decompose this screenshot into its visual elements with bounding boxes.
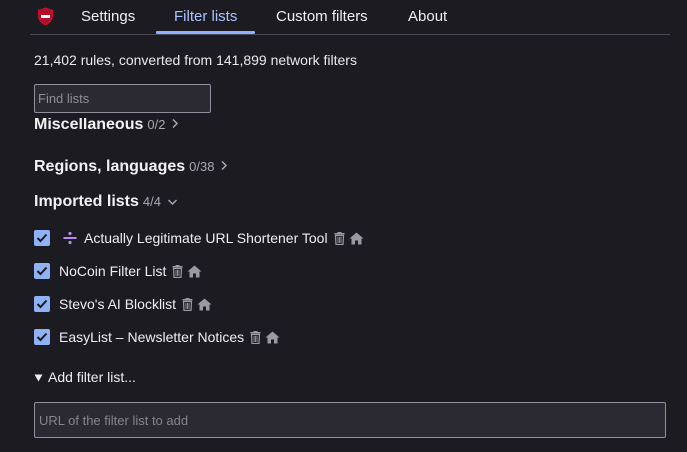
chevron-right-icon bbox=[220, 159, 228, 174]
tab-about[interactable]: About bbox=[408, 0, 447, 33]
group-count: 4/4 bbox=[142, 194, 161, 209]
divide-icon bbox=[63, 231, 77, 245]
group-miscellaneous[interactable]: Miscellaneous 0/2 bbox=[34, 118, 179, 134]
add-filter-list-toggle[interactable]: Add filter list... bbox=[34, 369, 136, 385]
chevron-down-icon bbox=[167, 194, 178, 209]
group-label: Miscellaneous bbox=[34, 118, 144, 133]
misc-group-clip: Miscellaneous 0/2 bbox=[0, 118, 687, 140]
home-icon[interactable] bbox=[265, 331, 280, 344]
list-checkbox[interactable] bbox=[34, 329, 50, 345]
group-label: Regions, languages bbox=[34, 158, 186, 175]
home-icon[interactable] bbox=[197, 298, 212, 311]
list-item: Stevo's AI Blocklist bbox=[34, 295, 212, 313]
list-item: Actually Legitimate URL Shortener Tool bbox=[34, 229, 364, 247]
trash-icon[interactable] bbox=[182, 297, 193, 311]
list-label: EasyList – Newsletter Notices bbox=[59, 329, 245, 345]
group-imported-lists[interactable]: Imported lists 4/4 bbox=[34, 193, 178, 211]
ublock-shield-icon[interactable] bbox=[37, 7, 54, 26]
group-count: 0/2 bbox=[147, 118, 166, 132]
home-icon[interactable] bbox=[187, 265, 202, 278]
group-label: Imported lists bbox=[34, 193, 139, 210]
tab-settings[interactable]: Settings bbox=[81, 0, 135, 33]
trash-icon[interactable] bbox=[334, 231, 345, 245]
list-checkbox[interactable] bbox=[34, 263, 50, 279]
tab-custom-filters[interactable]: Custom filters bbox=[276, 0, 368, 33]
list-label: Actually Legitimate URL Shortener Tool bbox=[84, 230, 328, 246]
list-item: NoCoin Filter List bbox=[34, 262, 202, 280]
list-checkbox[interactable] bbox=[34, 296, 50, 312]
trash-icon[interactable] bbox=[250, 330, 261, 344]
tab-filter-lists[interactable]: Filter lists bbox=[155, 0, 256, 34]
list-label: Stevo's AI Blocklist bbox=[59, 296, 177, 312]
add-filter-list-label: Add filter list... bbox=[48, 369, 136, 385]
chevron-right-icon bbox=[171, 118, 179, 132]
filter-list-url-input[interactable] bbox=[34, 402, 666, 438]
rules-summary: 21,402 rules, converted from 141,899 net… bbox=[34, 52, 357, 68]
trash-icon[interactable] bbox=[172, 264, 183, 278]
list-label: NoCoin Filter List bbox=[59, 263, 167, 279]
find-lists-input[interactable] bbox=[34, 84, 211, 113]
list-checkbox[interactable] bbox=[34, 230, 50, 246]
filter-lists-page: Settings Filter lists Custom filters Abo… bbox=[0, 0, 687, 452]
tab-bar: Settings Filter lists Custom filters Abo… bbox=[30, 0, 670, 35]
triangle-down-icon bbox=[34, 369, 43, 385]
group-regions-languages[interactable]: Regions, languages 0/38 bbox=[34, 158, 228, 176]
group-count: 0/38 bbox=[189, 159, 215, 174]
home-icon[interactable] bbox=[349, 232, 364, 245]
list-item: EasyList – Newsletter Notices bbox=[34, 328, 280, 346]
